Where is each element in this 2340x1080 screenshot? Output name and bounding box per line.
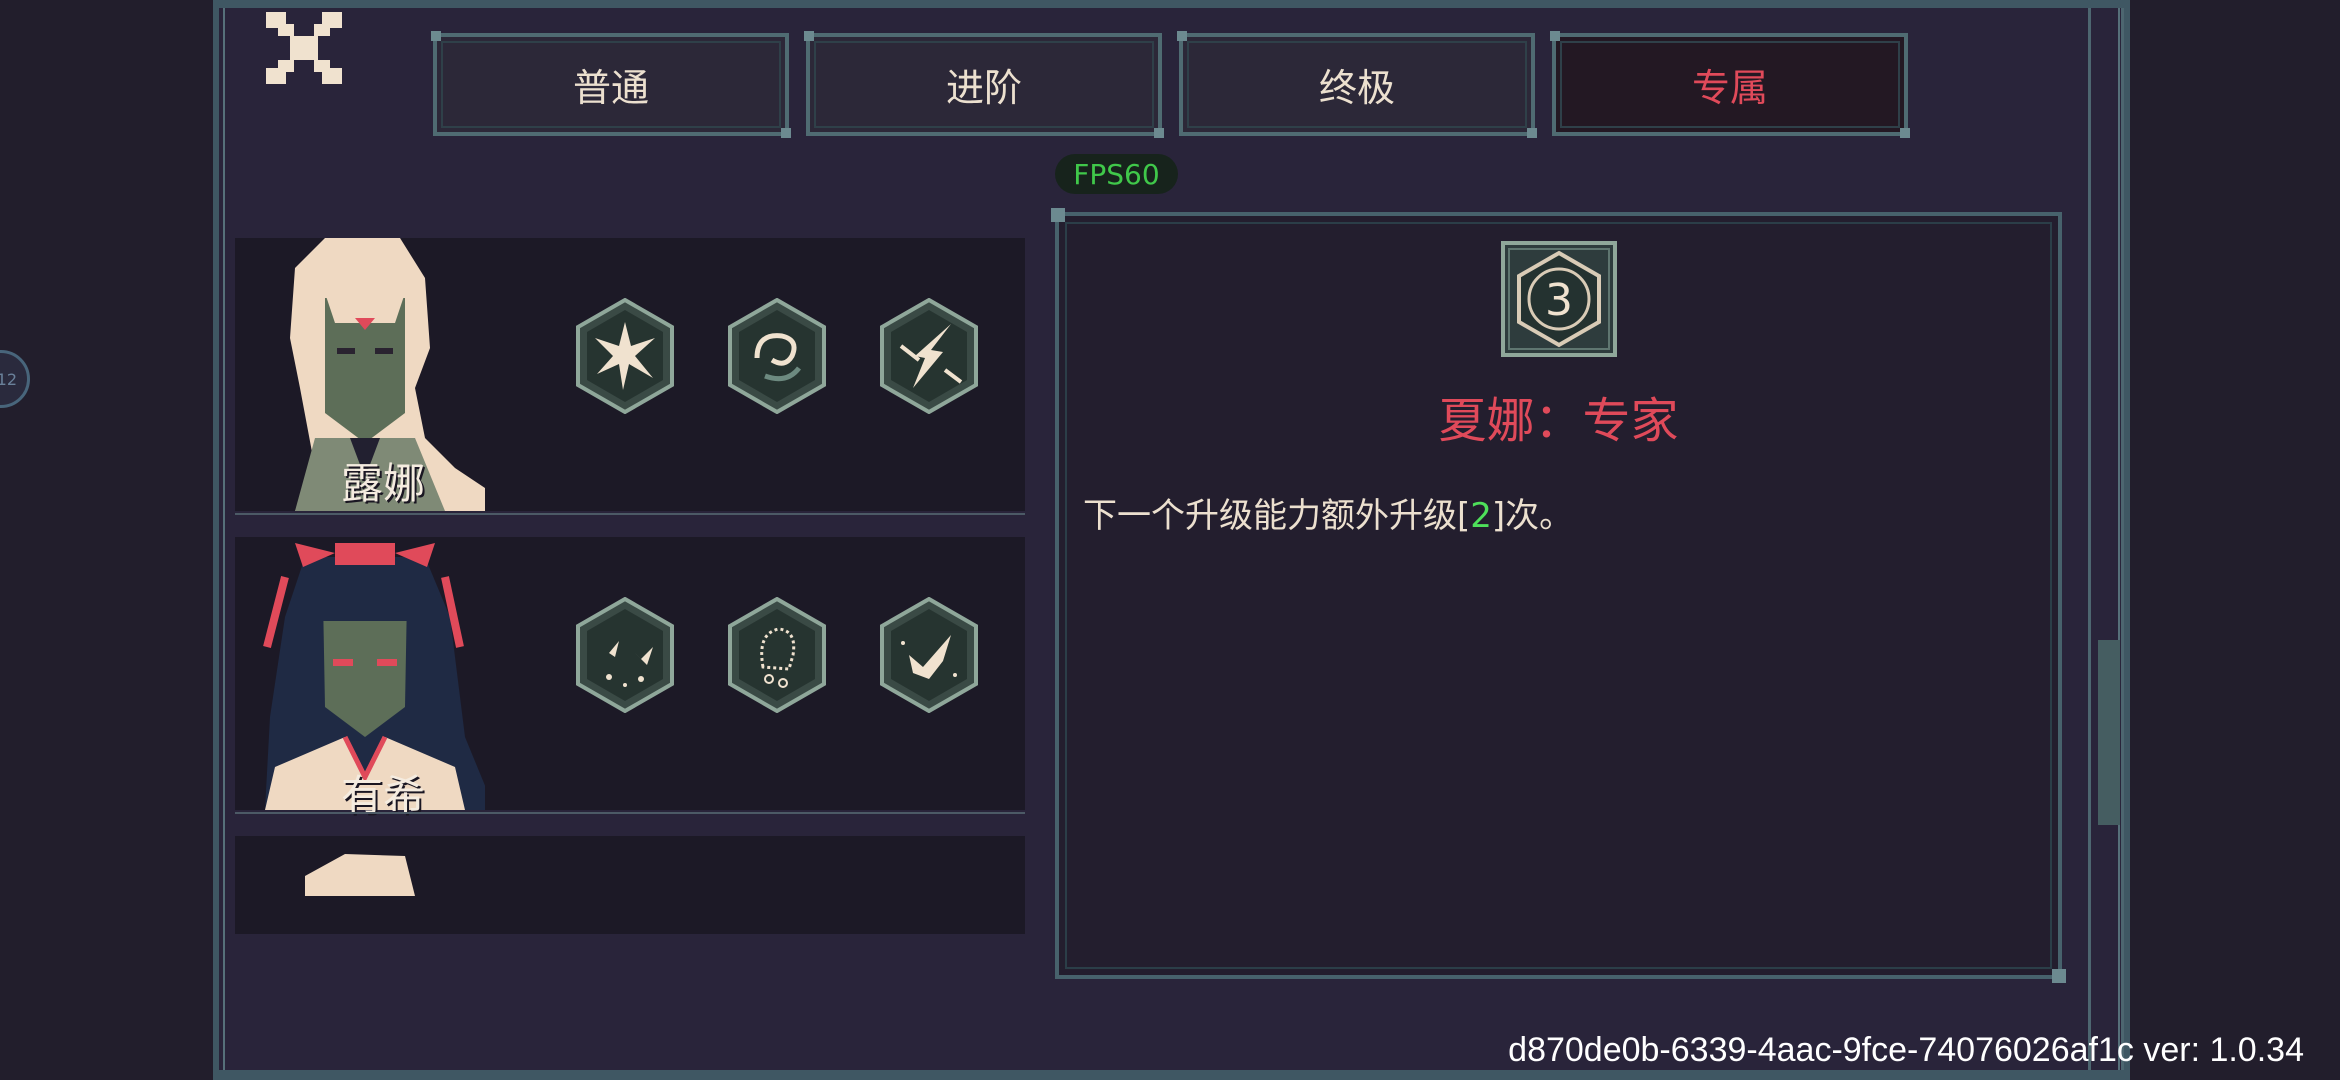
category-tabs: 普通 进阶 终极 专属 — [431, 31, 1910, 138]
lightning-ability-icon[interactable] — [879, 298, 979, 414]
version-label: d870de0b-6339-4aac-9fce-74076026af1c ver… — [1508, 1031, 2304, 1069]
scrollbar-track[interactable] — [2088, 8, 2124, 1070]
tab-normal[interactable]: 普通 — [431, 31, 791, 138]
detail-panel: 3 夏娜：专家 下一个升级能力额外升级[2]次。 — [1051, 208, 2066, 983]
character-row[interactable] — [235, 836, 1025, 934]
row-divider — [235, 812, 1025, 814]
desc-number: 2 — [1470, 496, 1492, 536]
character-list[interactable]: 露娜 有希 — [235, 238, 1025, 934]
character-portrait — [305, 854, 415, 896]
fps-counter: FPS60 — [1055, 154, 1178, 194]
burst-ability-icon[interactable] — [575, 298, 675, 414]
tab-label: 专属 — [1691, 66, 1768, 110]
tab-label: 普通 — [572, 66, 649, 110]
desc-text-start: 下一个升级能力额外升级[ — [1083, 496, 1471, 536]
desc-text-end: ]次。 — [1491, 496, 1574, 536]
tab-exclusive[interactable]: 专属 — [1550, 31, 1910, 138]
panel-top-border — [213, 0, 2130, 8]
level-badge-icon: 3 — [1501, 241, 1617, 357]
tab-label: 进阶 — [945, 66, 1022, 110]
character-row[interactable]: 有希 — [235, 537, 1025, 820]
swirl-ability-icon[interactable] — [727, 298, 827, 414]
tab-label: 终极 — [1318, 66, 1395, 110]
dove-ability-icon[interactable] — [879, 597, 979, 713]
scrollbar-thumb[interactable] — [2098, 640, 2120, 825]
fps-text: FPS60 — [1073, 157, 1160, 191]
side-floating-button[interactable]: 12 — [0, 350, 30, 408]
birds-ability-icon[interactable] — [575, 597, 675, 713]
badge-number: 3 — [1545, 275, 1573, 326]
panel-bottom-border — [213, 1070, 2130, 1080]
close-icon[interactable] — [266, 12, 342, 84]
detail-title: 夏娜：专家 — [1438, 393, 1679, 449]
tab-ultimate[interactable]: 终极 — [1177, 31, 1537, 138]
side-floating-label: 12 — [0, 369, 17, 389]
character-name: 露娜 — [340, 459, 425, 508]
character-row[interactable]: 露娜 — [235, 238, 1025, 515]
tab-advanced[interactable]: 进阶 — [804, 31, 1164, 138]
ghost-ability-icon[interactable] — [727, 597, 827, 713]
detail-description: 下一个升级能力额外升级[2]次。 — [1083, 488, 1573, 537]
row-divider — [235, 513, 1025, 515]
